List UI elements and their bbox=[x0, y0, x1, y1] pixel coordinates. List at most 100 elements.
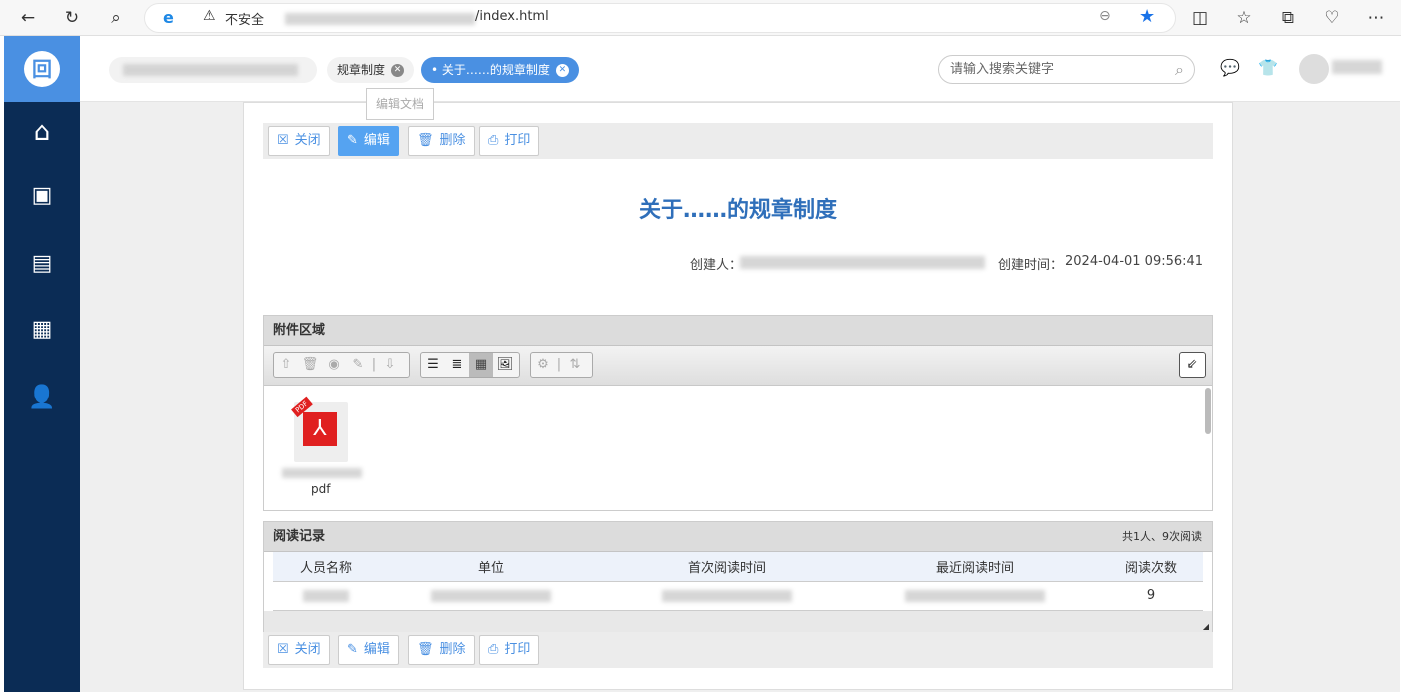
close-tab-icon[interactable]: ✕ bbox=[391, 64, 405, 77]
reading-summary: 共1人、9次阅读 bbox=[1122, 530, 1202, 543]
sidebar: 回 ⌂ ▣ ▤ ▦ 👤 bbox=[4, 36, 80, 692]
health-icon[interactable]: ♡ bbox=[1320, 6, 1344, 30]
close-button[interactable]: ☒ 关闭 bbox=[268, 126, 330, 156]
username-redacted bbox=[1332, 60, 1382, 74]
close-button[interactable]: ☒ 关闭 bbox=[268, 635, 330, 665]
search-icon[interactable]: ⌕ bbox=[1175, 56, 1184, 83]
logo-icon: 回 bbox=[24, 51, 60, 87]
delete-label: 删除 bbox=[439, 642, 466, 657]
delete-button[interactable]: 🗑 删除 bbox=[408, 126, 475, 156]
close-label: 关闭 bbox=[294, 133, 321, 148]
logo[interactable]: 回 bbox=[4, 36, 80, 102]
tooltip: 编辑文档 bbox=[366, 88, 434, 120]
list-view-icon[interactable]: ☰ bbox=[421, 353, 445, 377]
zoom-icon[interactable]: ⊖ bbox=[1099, 8, 1111, 24]
news-icon[interactable]: ▤ bbox=[4, 244, 80, 284]
creator-redacted bbox=[740, 256, 985, 269]
attachment-title: 附件区域 bbox=[264, 316, 1212, 346]
print-label: 打印 bbox=[504, 133, 531, 148]
grid-view-icon[interactable]: ▦ bbox=[469, 353, 493, 377]
printer-icon: ⎙ bbox=[488, 133, 499, 148]
table-header: 人员名称 单位 首次阅读时间 最近阅读时间 阅读次数 bbox=[273, 552, 1203, 582]
delete-label: 删除 bbox=[439, 133, 466, 148]
last-read-cell bbox=[851, 581, 1099, 611]
attachment-toolbar: ⇧ 🗑 ◉ ✎ | ⇩ ☰ ≣ ▦ 🖼 ⚙ | ⇅ ⇙ bbox=[264, 346, 1212, 386]
printer-icon: ⎙ bbox=[488, 642, 499, 657]
rename-icon[interactable]: ✎ bbox=[346, 353, 370, 377]
message-icon[interactable]: 💬 bbox=[1220, 58, 1240, 77]
print-label: 打印 bbox=[504, 642, 531, 657]
gear-icon[interactable]: ⚙ bbox=[531, 353, 555, 377]
user-settings-icon[interactable]: 👤 bbox=[4, 378, 80, 418]
filename-redacted bbox=[282, 468, 362, 478]
tab-document[interactable]: • 关于……的规章制度 ✕ bbox=[421, 57, 579, 83]
image-view-icon[interactable]: 🖼 bbox=[493, 353, 517, 377]
address-bar[interactable]: e ⚠ 不安全 /index.html ⊖ ★ bbox=[144, 3, 1176, 33]
close-icon: ☒ bbox=[277, 642, 289, 657]
refresh-icon[interactable]: ↻ bbox=[60, 6, 84, 30]
table-row[interactable]: 9 bbox=[273, 581, 1203, 611]
document-title: 关于……的规章制度 bbox=[638, 198, 837, 223]
warning-icon: ⚠ bbox=[203, 8, 216, 24]
preview-icon[interactable]: ◉ bbox=[322, 353, 346, 377]
url-redacted bbox=[285, 13, 475, 25]
print-button[interactable]: ⎙ 打印 bbox=[479, 635, 540, 665]
edit-button[interactable]: ✎ 编辑 bbox=[338, 635, 399, 665]
reading-title: 阅读记录 bbox=[273, 529, 326, 544]
back-icon[interactable]: ← bbox=[16, 6, 40, 30]
top-toolbar: ☒ 关闭 ✎ 编辑 🗑 删除 ⎙ 打印 bbox=[263, 123, 1213, 159]
first-read-cell bbox=[603, 581, 851, 611]
file-extension: pdf bbox=[311, 482, 331, 496]
created-time-label: 创建时间： bbox=[998, 258, 1064, 273]
detail-view-icon[interactable]: ≣ bbox=[445, 353, 469, 377]
calendar-icon[interactable]: ▦ bbox=[4, 310, 80, 350]
column-header: 最近阅读时间 bbox=[851, 552, 1099, 582]
pencil-icon: ✎ bbox=[347, 133, 358, 148]
delete-button[interactable]: 🗑 删除 bbox=[408, 635, 475, 665]
url-text: /index.html bbox=[475, 9, 549, 24]
home-icon[interactable]: ⌂ bbox=[4, 112, 80, 152]
view-mode-group: ☰ ≣ ▦ 🖼 bbox=[420, 352, 520, 378]
more-icon[interactable]: ⋯ bbox=[1364, 6, 1388, 30]
tab-regulations[interactable]: 规章制度 ✕ bbox=[327, 57, 415, 83]
pdf-file-icon[interactable]: ⅄ PDF bbox=[291, 396, 348, 462]
favorites-icon[interactable]: ☆ bbox=[1232, 6, 1256, 30]
reading-table: 人员名称 单位 首次阅读时间 最近阅读时间 阅读次数 9 bbox=[273, 552, 1203, 611]
resize-handle-icon[interactable]: ◢ bbox=[1203, 622, 1209, 631]
column-header: 人员名称 bbox=[273, 552, 379, 582]
trash-icon[interactable]: 🗑 bbox=[298, 353, 322, 377]
pencil-icon: ✎ bbox=[347, 642, 358, 657]
browser-toolbar: ← ↻ ⌕ e ⚠ 不安全 /index.html ⊖ ★ ◫ ☆ ⧉ ♡ ⋯ bbox=[0, 0, 1401, 36]
upload-icon[interactable]: ⇧ bbox=[274, 353, 298, 377]
dot-icon: • bbox=[431, 63, 442, 77]
edit-label: 编辑 bbox=[363, 133, 390, 148]
collapse-button[interactable]: ⇙ bbox=[1179, 352, 1206, 378]
theme-icon[interactable]: 👕 bbox=[1258, 58, 1278, 77]
reading-record-panel: 阅读记录 共1人、9次阅读 人员名称 单位 首次阅读时间 最近阅读时间 阅读次数 … bbox=[263, 521, 1213, 633]
tab-label: 规章制度 bbox=[337, 63, 386, 77]
read-count-cell: 9 bbox=[1099, 581, 1203, 611]
tab-home[interactable] bbox=[109, 57, 317, 83]
search-placeholder: 请输入搜索关键字 bbox=[950, 62, 1055, 77]
favorite-star-icon[interactable]: ★ bbox=[1139, 6, 1155, 27]
edit-button[interactable]: ✎ 编辑 bbox=[338, 126, 399, 156]
trash-icon: 🗑 bbox=[417, 642, 434, 657]
avatar[interactable] bbox=[1299, 54, 1329, 84]
search-icon[interactable]: ⌕ bbox=[104, 6, 128, 30]
download-icon[interactable]: ⇩ bbox=[378, 353, 402, 377]
reading-header: 阅读记录 共1人、9次阅读 bbox=[264, 522, 1212, 552]
sort-icon[interactable]: ⇅ bbox=[563, 353, 587, 377]
collections-icon[interactable]: ⧉ bbox=[1276, 6, 1300, 30]
file-actions-group: ⇧ 🗑 ◉ ✎ | ⇩ bbox=[273, 352, 410, 378]
acrobat-icon: ⅄ bbox=[303, 412, 337, 446]
tab-label: 关于……的规章制度 bbox=[441, 63, 550, 77]
arrow-down-left-icon: ⇙ bbox=[1186, 357, 1198, 372]
meeting-icon[interactable]: ▣ bbox=[4, 176, 80, 216]
search-input[interactable]: 请输入搜索关键字 ⌕ bbox=[938, 55, 1195, 84]
header: 规章制度 ✕ • 关于……的规章制度 ✕ 💬 👕 bbox=[80, 36, 1400, 102]
created-time: 2024-04-01 09:56:41 bbox=[1065, 254, 1204, 269]
print-button[interactable]: ⎙ 打印 bbox=[479, 126, 540, 156]
close-tab-icon[interactable]: ✕ bbox=[555, 64, 569, 77]
scrollbar[interactable] bbox=[1205, 388, 1211, 434]
split-screen-icon[interactable]: ◫ bbox=[1188, 6, 1212, 30]
